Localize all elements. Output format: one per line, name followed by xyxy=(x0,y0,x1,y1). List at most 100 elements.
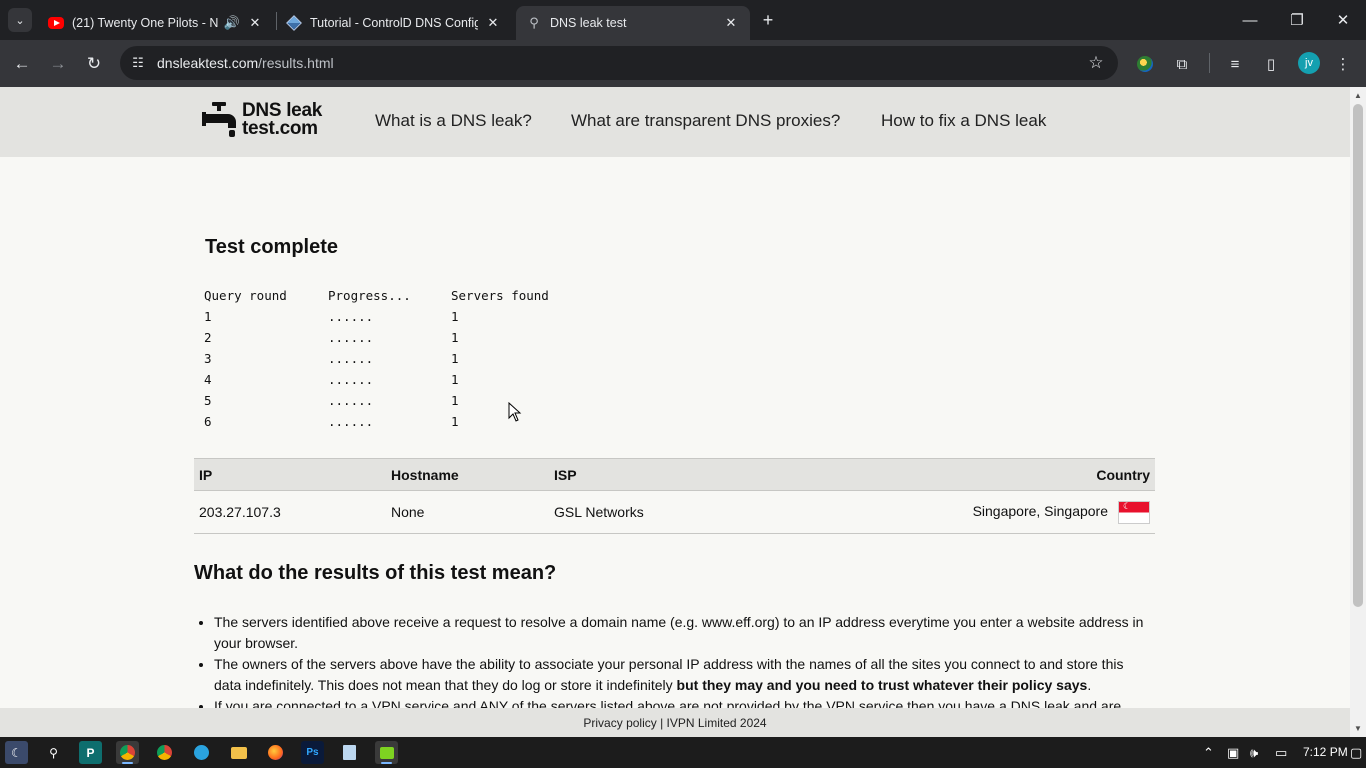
round-servers: 1 xyxy=(451,393,459,408)
green-app-icon[interactable] xyxy=(375,741,398,764)
telegram-app-icon[interactable] xyxy=(190,741,213,764)
header-isp: ISP xyxy=(549,458,760,491)
scroll-up-arrow[interactable]: ▲ xyxy=(1354,91,1362,100)
cell-hostname: None xyxy=(386,490,549,534)
list-item-emphasis: but they may and you need to trust whate… xyxy=(676,677,1088,693)
round-progress: ...... xyxy=(328,393,374,408)
new-tab-button[interactable]: + xyxy=(758,10,778,30)
url-path: /results.html xyxy=(258,55,334,71)
results-header-row: IP Hostname ISP Country xyxy=(194,458,1155,491)
site-logo[interactable]: DNS leak test.com xyxy=(200,100,322,140)
cube-icon xyxy=(286,15,302,31)
round-servers: 1 xyxy=(451,330,459,345)
column-header: Progress... xyxy=(328,288,411,303)
minimize-button[interactable]: — xyxy=(1238,8,1262,32)
round-progress: ...... xyxy=(328,351,374,366)
site-footer: Privacy policy | IVPN Limited 2024 xyxy=(0,708,1350,737)
round-progress: ...... xyxy=(328,330,374,345)
round-number: 2 xyxy=(204,330,212,345)
cell-country: Singapore, Singapore xyxy=(759,490,1155,534)
tab-dns-leak-test[interactable]: ⚲ DNS leak test ✕ xyxy=(516,6,750,40)
firefox-app-icon[interactable] xyxy=(264,741,287,764)
url-text[interactable]: dnsleaktest.com/results.html xyxy=(157,55,334,71)
publisher-app-icon[interactable]: P xyxy=(79,741,102,764)
page-scrollbar[interactable]: ▲ ▼ xyxy=(1350,87,1366,737)
media-control-icon[interactable]: ≡ xyxy=(1224,53,1246,75)
header-hostname: Hostname xyxy=(386,458,549,491)
address-bar[interactable]: ☷ dnsleaktest.com/results.html ☆ xyxy=(120,46,1118,80)
round-number: 3 xyxy=(204,351,212,366)
tab-title: Tutorial - ControlD DNS Config xyxy=(310,16,478,30)
list-item: The owners of the servers above have the… xyxy=(214,654,1154,696)
file-explorer-icon[interactable] xyxy=(227,741,250,764)
singapore-flag-icon xyxy=(1118,500,1150,524)
extensions-puzzle-icon[interactable]: ⧉ xyxy=(1171,53,1193,75)
site-header: DNS leak test.com What is a DNS leak? Wh… xyxy=(0,87,1350,157)
restore-button[interactable]: ❐ xyxy=(1285,8,1309,32)
close-icon[interactable]: ✕ xyxy=(246,14,264,32)
cell-isp: GSL Networks xyxy=(549,490,760,534)
footer-text[interactable]: Privacy policy | IVPN Limited 2024 xyxy=(583,716,766,730)
forward-button[interactable]: → xyxy=(45,51,71,77)
menu-kebab-icon[interactable]: ⋮ xyxy=(1332,53,1354,75)
network-icon[interactable]: ▭ xyxy=(1275,745,1287,761)
speaker-icon[interactable]: 🔊 xyxy=(224,15,240,31)
tab-strip: ⌄ (21) Twenty One Pilots - Ne 🔊 ✕ Tutori… xyxy=(0,0,1366,40)
chevron-down-icon: ⌄ xyxy=(15,14,25,27)
round-number: 4 xyxy=(204,372,212,387)
scroll-down-arrow[interactable]: ▼ xyxy=(1354,724,1362,733)
close-icon[interactable]: ✕ xyxy=(722,14,740,32)
country-name: Singapore, Singapore xyxy=(972,502,1108,519)
round-servers: 1 xyxy=(451,372,459,387)
tray-app-icon[interactable]: ▣ xyxy=(1227,745,1239,761)
chrome-app-icon[interactable] xyxy=(116,741,139,764)
moon-icon: ☾ xyxy=(11,745,22,760)
profile-avatar[interactable]: jv xyxy=(1298,52,1320,74)
nav-what-is-dns-leak[interactable]: What is a DNS leak? xyxy=(375,111,532,131)
side-panel-icon[interactable]: ▯ xyxy=(1260,53,1282,75)
tab-search-button[interactable]: ⌄ xyxy=(8,8,32,32)
bookmark-star-icon[interactable]: ☆ xyxy=(1086,53,1106,73)
chrome-profile-app-icon[interactable] xyxy=(153,741,176,764)
list-item: The servers identified above receive a r… xyxy=(214,612,1154,654)
close-icon[interactable]: ✕ xyxy=(484,14,502,32)
round-progress: ...... xyxy=(328,372,374,387)
extension-globe-icon[interactable] xyxy=(1134,53,1156,75)
nav-how-to-fix[interactable]: How to fix a DNS leak xyxy=(881,111,1046,131)
tab-controld-tutorial[interactable]: Tutorial - ControlD DNS Config ✕ xyxy=(276,6,512,40)
mouse-cursor-icon xyxy=(508,402,522,422)
round-servers: 1 xyxy=(451,414,459,429)
chevron-up-icon[interactable]: ⌃ xyxy=(1203,745,1214,761)
start-button[interactable]: ☾ xyxy=(5,741,28,764)
reload-button[interactable]: ↻ xyxy=(81,51,107,77)
nav-transparent-dns-proxies[interactable]: What are transparent DNS proxies? xyxy=(571,111,840,131)
photoshop-app-icon[interactable]: Ps xyxy=(301,741,324,764)
notepad-app-icon[interactable] xyxy=(338,741,361,764)
tab-title: (21) Twenty One Pilots - Ne xyxy=(72,16,218,30)
header-country: Country xyxy=(759,458,1155,491)
round-servers: 1 xyxy=(451,309,459,324)
tab-youtube[interactable]: (21) Twenty One Pilots - Ne 🔊 ✕ xyxy=(38,6,274,40)
site-info-icon[interactable]: ☷ xyxy=(129,54,147,72)
url-domain: dnsleaktest.com xyxy=(157,55,259,71)
round-number: 1 xyxy=(204,309,212,324)
browser-toolbar: ← → ↻ ☷ dnsleaktest.com/results.html ☆ ⧉… xyxy=(0,40,1366,87)
round-progress: ...... xyxy=(328,309,374,324)
dns-results-table: IP Hostname ISP Country 203.27.107.3 Non… xyxy=(194,458,1155,534)
back-button[interactable]: ← xyxy=(9,51,35,77)
taskbar-clock[interactable]: 7:12 PM xyxy=(1303,745,1348,759)
round-servers: 1 xyxy=(451,351,459,366)
windows-taskbar: ☾ ⚲ P Ps ⌃ ▣ 🕪 ▭ 7:12 PM ▢ xyxy=(0,737,1366,768)
logo-text: DNS leak test.com xyxy=(242,101,322,139)
notifications-icon[interactable]: ▢ xyxy=(1350,745,1362,761)
scroll-thumb[interactable] xyxy=(1353,104,1363,607)
results-explanation-list: The servers identified above receive a r… xyxy=(214,612,1154,717)
round-number: 5 xyxy=(204,393,212,408)
search-icon[interactable]: ⚲ xyxy=(42,741,65,764)
volume-icon[interactable]: 🕪 xyxy=(1250,745,1258,761)
test-status-heading: Test complete xyxy=(205,236,338,258)
logo-line-2: test.com xyxy=(242,118,318,139)
youtube-icon xyxy=(48,15,64,31)
page-viewport: DNS leak test.com What is a DNS leak? Wh… xyxy=(0,87,1366,737)
close-window-button[interactable]: ✕ xyxy=(1331,8,1355,32)
